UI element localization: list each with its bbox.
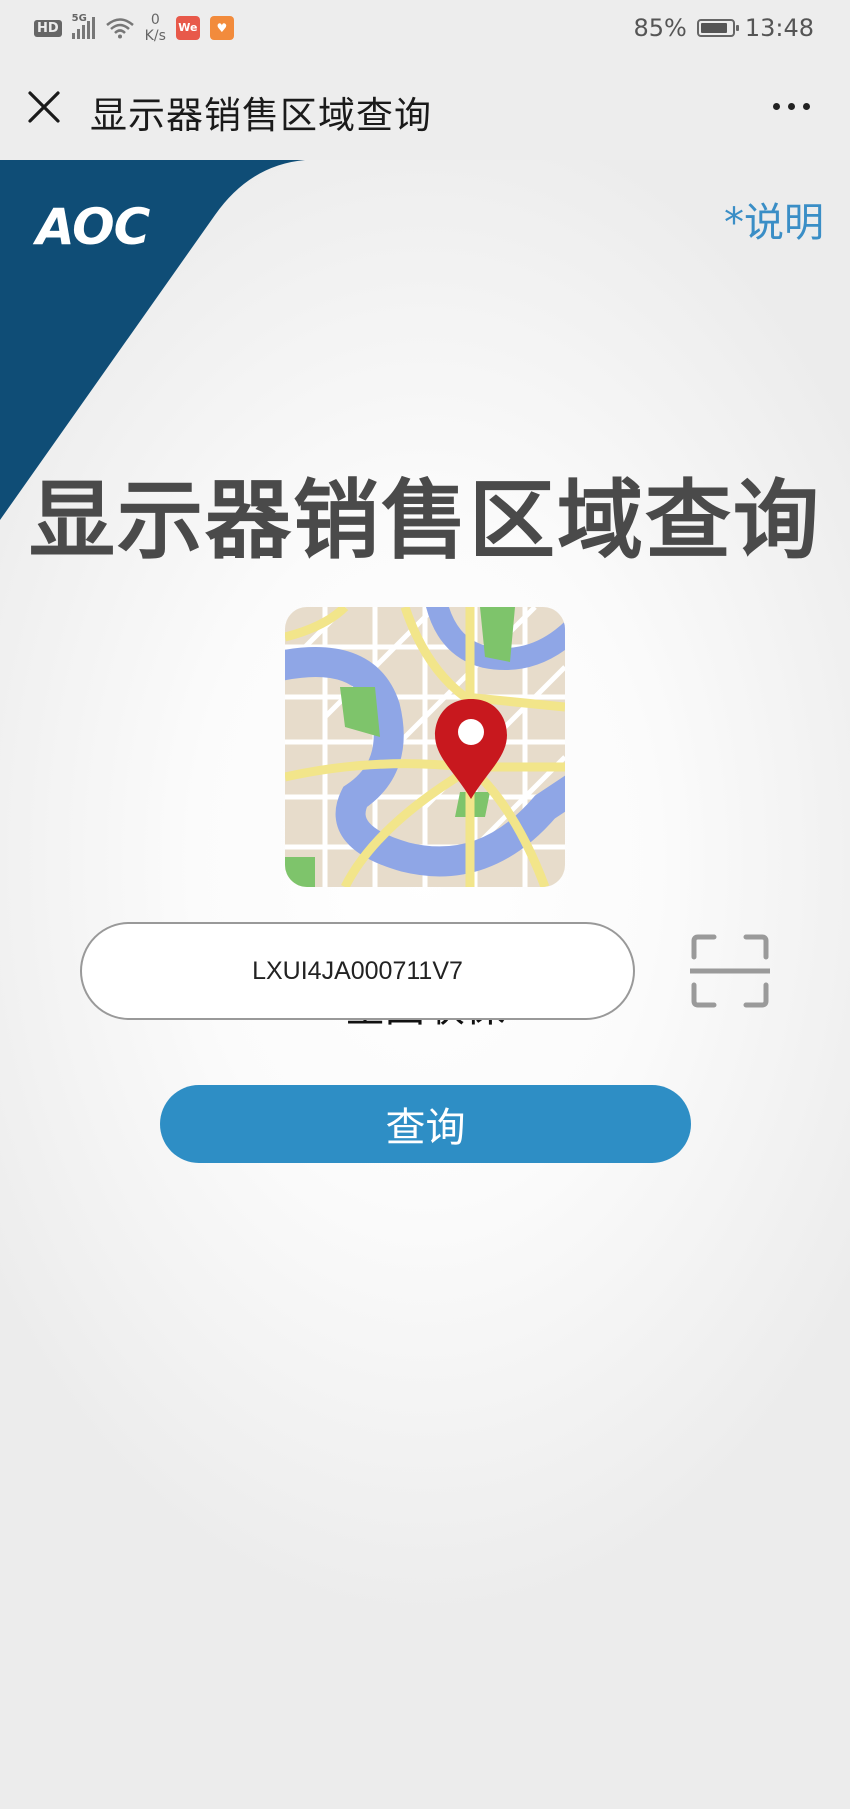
battery-percent: 85% [633,14,687,42]
health-app-icon: ♥ [209,16,234,40]
aoc-logo: AOC [36,198,150,256]
speed-unit: K/s [144,28,166,44]
status-bar: HD 5G 0 K/s We ♥ 85% 13:48 [0,0,850,55]
wifi-icon [105,18,134,39]
map-pin-icon [285,607,565,887]
status-left: HD 5G 0 K/s We ♥ [34,12,234,44]
speed-value: 0 [150,12,160,28]
close-icon[interactable] [26,89,62,125]
scan-icon[interactable] [690,933,770,1009]
more-icon[interactable] [773,103,810,110]
help-link[interactable]: *说明 [724,190,824,248]
page-title: 显示器销售区域查询 [90,94,432,137]
status-right: 85% 13:48 [633,12,814,44]
serial-number-input[interactable] [80,922,635,1020]
network-type: 5G [71,13,87,24]
battery-icon [696,19,739,37]
network-speed: 0 K/s [145,12,166,44]
query-button[interactable]: 查询 [160,1085,691,1163]
weibo-app-icon: We [175,16,200,40]
clock: 13:48 [744,14,814,42]
headline: 显示器销售区域查询 [29,471,821,571]
title-bar: 显示器销售区域查询 [0,55,850,160]
signal-icon: 5G [71,13,95,39]
hd-badge: HD [34,19,62,37]
battery-level [700,23,727,33]
